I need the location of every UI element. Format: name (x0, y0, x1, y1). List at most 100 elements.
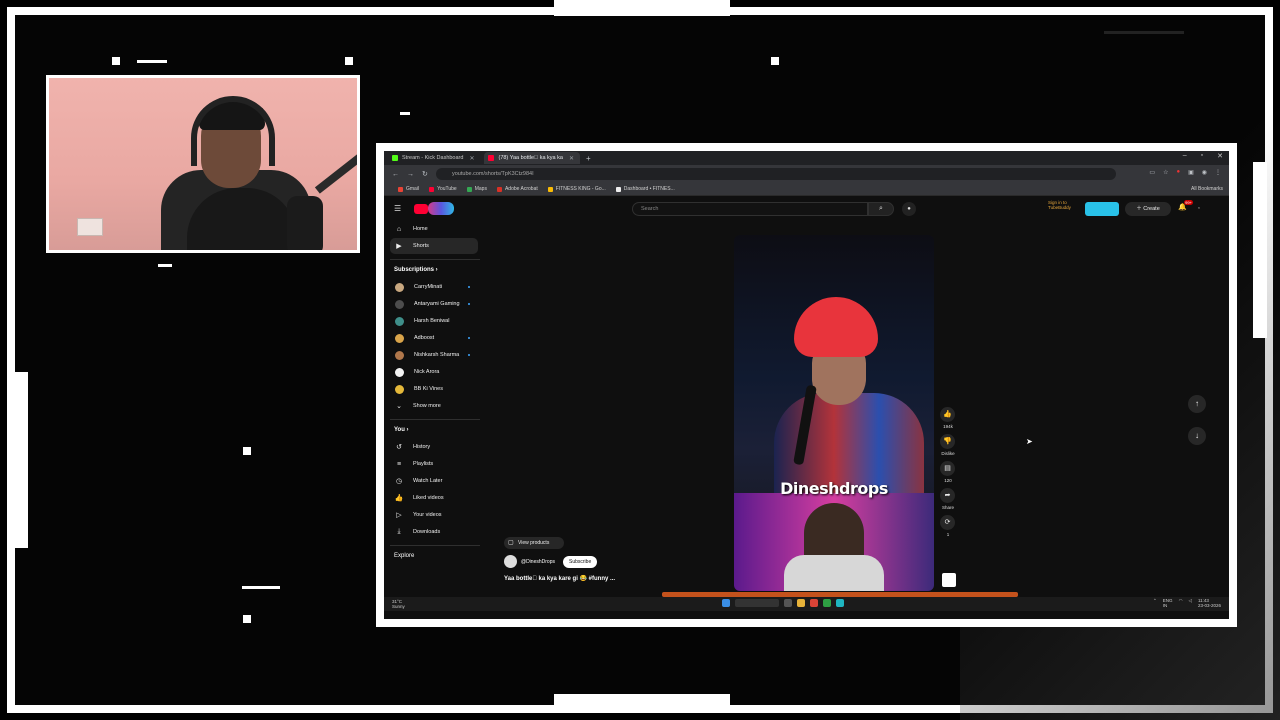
forward-icon[interactable]: → (407, 171, 414, 178)
dislike-label: Dislike (941, 451, 955, 456)
remix-button[interactable]: ⟳ 1 (940, 515, 956, 538)
weather-widget[interactable]: 31°C Sunny (392, 599, 405, 609)
browser-tab-active[interactable]: (78) Yaa bottle  ka kya ka ✕ (484, 152, 580, 164)
bookmark-acrobat[interactable]: Adobe Acrobat (496, 186, 538, 192)
task-view-icon[interactable] (784, 599, 792, 607)
browser-tabstrip: Stream - Kick Dashboard ✕ (78) Yaa bottl… (384, 151, 1229, 165)
bookmark-fitness[interactable]: FITNESS KING - Go... (547, 186, 606, 192)
overlay-dash (137, 60, 167, 63)
sidebar-item-subscription[interactable]: Antaryami Gaming (390, 296, 478, 312)
channel-avatar (395, 282, 404, 292)
sidebar-item-watch-later[interactable]: ◷ Watch Later (390, 473, 478, 489)
create-button[interactable]: ＋ Create (1125, 202, 1171, 216)
subscriptions-label: Subscriptions (394, 267, 435, 273)
sidebar-item-subscription[interactable]: Harsh Beniwal (390, 313, 478, 329)
sidebar-item-subscription[interactable]: Nishkarsh Sharma (390, 347, 478, 363)
close-tab-icon[interactable]: ✕ (469, 155, 474, 162)
voice-search-icon[interactable]: ● (902, 202, 916, 216)
sidebar-item-subscription[interactable]: Adboost (390, 330, 478, 346)
sound-thumbnail[interactable] (942, 573, 956, 587)
browser-tab[interactable]: Stream - Kick Dashboard ✕ (388, 152, 480, 164)
view-products-button[interactable]: View products (504, 537, 564, 549)
all-bookmarks[interactable]: All Bookmarks (1191, 186, 1223, 192)
download-icon: ⤓ (397, 528, 401, 535)
dislike-button[interactable]: 👎 Dislike (940, 434, 956, 457)
next-short-button[interactable]: ↓ (1188, 427, 1206, 445)
back-icon[interactable]: ← (392, 171, 399, 178)
file-explorer-icon[interactable] (797, 599, 805, 607)
bookmark-label: FITNESS KING - Go... (555, 186, 606, 192)
puzzle-icon[interactable]: ▣ (1188, 169, 1194, 176)
subscribe-button[interactable]: Subscribe (562, 555, 598, 568)
sidebar-item-your-videos[interactable]: ▷ Your videos (390, 507, 478, 523)
profile-icon[interactable]: ◉ (1202, 169, 1207, 176)
like-button[interactable]: 👍 194k (940, 407, 956, 430)
sidebar-item-history[interactable]: ↺ History (390, 439, 478, 455)
new-tab-button[interactable]: + (586, 154, 591, 163)
extension-icon[interactable]: ● (1176, 169, 1180, 176)
cast-icon[interactable]: ▭ (1149, 169, 1155, 176)
bookmark-gmail[interactable]: Gmail (398, 186, 419, 192)
sidebar-item-subscription[interactable]: Nick Arora (390, 364, 478, 380)
clock-icon: ◷ (395, 478, 403, 485)
sidebar-item-liked-videos[interactable]: 👍 Liked videos (390, 490, 478, 506)
tray-chevron-icon[interactable]: ⌃ (1153, 598, 1157, 608)
language-indicator[interactable]: ENG IN (1163, 598, 1173, 608)
sidebar-item-downloads[interactable]: ⤓ Downloads (390, 524, 478, 540)
comments-button[interactable]: ▤ 120 (940, 461, 956, 484)
app-icon[interactable] (823, 599, 831, 607)
video-speaker-turban (794, 297, 878, 357)
network-icon[interactable]: ◠ (1179, 598, 1183, 608)
hamburger-menu-icon[interactable]: ☰ (394, 204, 401, 213)
bookmark-youtube[interactable]: YouTube (429, 186, 457, 192)
tubebuddy-sign-in[interactable]: Sign in to TubeBuddy (1048, 200, 1082, 210)
search-icon[interactable]: ⌕ (868, 202, 894, 216)
account-avatar[interactable]: ◐ (1198, 203, 1212, 213)
bookmark-maps[interactable]: Maps (466, 186, 487, 192)
sidebar-item-subscription[interactable]: BB Ki Vines (390, 381, 478, 397)
reload-icon[interactable]: ↻ (422, 170, 428, 178)
remix-icon: ⟳ (940, 515, 955, 530)
overlay-square (112, 57, 120, 65)
kebab-menu-icon[interactable]: ⋮ (1215, 169, 1221, 176)
youtube-masthead: ☰ Search ⌕ ● Sign in to TubeBuddy ＋ Crea… (384, 197, 1229, 219)
tab-label: (78) Yaa bottle  ka kya ka (498, 155, 563, 161)
previous-short-button[interactable]: ↑ (1188, 395, 1206, 413)
clock[interactable]: 11:43 23-03-2026 (1198, 598, 1221, 608)
minimize-icon[interactable]: – (1183, 152, 1187, 160)
close-window-icon[interactable]: ✕ (1217, 152, 1223, 160)
video-caption[interactable]: Yaa bottle  ka kya kare gi 😂 #funny ... (504, 575, 615, 582)
windows-start-icon[interactable] (722, 599, 730, 607)
maximize-icon[interactable]: ▫ (1201, 152, 1203, 160)
extension-button[interactable] (1085, 202, 1119, 216)
chrome-icon[interactable] (810, 599, 818, 607)
subscriptions-header[interactable]: Subscriptions › (394, 267, 438, 273)
search-input[interactable]: Search (632, 202, 868, 216)
sidebar-item-shorts[interactable]: ▶ Shorts (390, 238, 478, 254)
sidebar-item-label: Shorts (413, 243, 429, 249)
app-icon[interactable] (836, 599, 844, 607)
video-icon: ▷ (396, 512, 402, 519)
sidebar-item-subscription[interactable]: CarryMinati (390, 279, 478, 295)
taskbar-search-icon[interactable] (735, 599, 779, 607)
channel-avatar[interactable] (504, 555, 517, 568)
bookmark-dashboard[interactable]: Dashboard • FITNES... (615, 186, 675, 192)
you-header[interactable]: You › (394, 427, 409, 433)
channel-handle[interactable]: @DineshDrops (521, 559, 555, 565)
channel-avatar (395, 333, 404, 343)
new-content-dot (468, 286, 470, 288)
sidebar-item-home[interactable]: ⌂ Home (390, 221, 478, 237)
channel-avatar (395, 350, 404, 360)
share-button[interactable]: ➦ Share (940, 488, 956, 511)
url-input[interactable]: youtube.com/shorts/TpK3Ctz984I (436, 168, 1116, 180)
close-tab-icon[interactable]: ✕ (569, 155, 574, 162)
volume-icon[interactable]: ◁ (1189, 598, 1192, 608)
youtube-logo[interactable] (414, 202, 454, 215)
sidebar-item-playlists[interactable]: ≡ Playlists (390, 456, 478, 472)
shorts-video-player[interactable]: Dineshdrops (734, 235, 934, 591)
new-content-dot (468, 337, 470, 339)
bookmark-star-icon[interactable]: ☆ (1163, 169, 1168, 176)
new-content-dot (468, 354, 470, 356)
comment-icon: ▤ (940, 461, 955, 476)
show-more-button[interactable]: ⌄ Show more (390, 398, 478, 414)
